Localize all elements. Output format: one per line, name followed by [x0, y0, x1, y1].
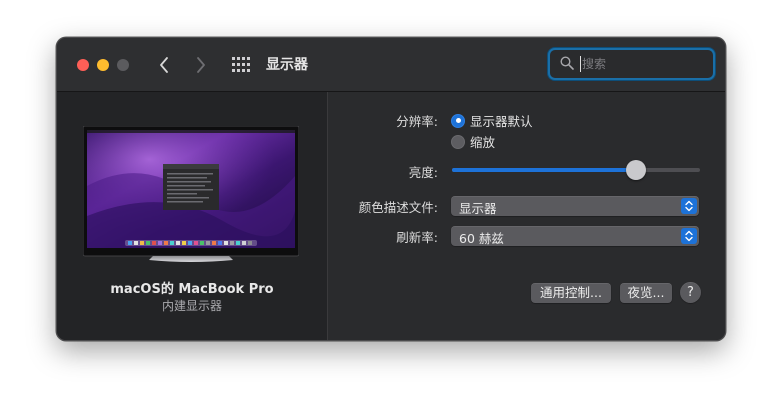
- color-profile-popup[interactable]: 显示器: [451, 196, 699, 216]
- radio-label: 缩放: [470, 135, 496, 150]
- text-caret: [580, 56, 581, 72]
- back-button[interactable]: [155, 54, 173, 76]
- radio-unselected[interactable]: [451, 134, 465, 149]
- zoom-window-button[interactable]: [117, 59, 129, 71]
- radio-selected[interactable]: [451, 113, 465, 128]
- brightness-label: 亮度:: [408, 165, 438, 180]
- slider-knob[interactable]: [625, 160, 646, 180]
- resolution-option-default[interactable]: 显示器默认: [451, 111, 533, 130]
- resolution-option-scaled[interactable]: 缩放: [451, 132, 495, 151]
- universal-control-button[interactable]: 通用控制...: [531, 283, 611, 303]
- resolution-label: 分辨率:: [396, 114, 438, 129]
- show-all-button[interactable]: [232, 57, 250, 73]
- color-profile-label: 颜色描述文件:: [358, 200, 438, 215]
- popup-value: 显示器: [459, 201, 497, 216]
- preferences-window: 显示器 搜索 macOS的 MacBook Pro 内建显示器 分辨率: 显示器…: [56, 37, 726, 341]
- refresh-rate-popup[interactable]: 60 赫兹: [451, 226, 699, 246]
- grid-icon: [232, 57, 250, 72]
- titlebar: 显示器: [57, 38, 725, 92]
- window-title: 显示器: [266, 57, 308, 73]
- forward-button[interactable]: [192, 54, 210, 76]
- chevron-left-icon: [160, 57, 168, 73]
- help-button[interactable]: ?: [680, 282, 701, 303]
- updown-chevron-icon: [681, 228, 697, 244]
- display-preview-pane: macOS的 MacBook Pro 内建显示器: [57, 92, 328, 340]
- display-type: 内建显示器: [161, 299, 222, 313]
- radio-label: 显示器默认: [470, 114, 533, 129]
- search-field[interactable]: [548, 48, 715, 80]
- brightness-slider[interactable]: [452, 160, 700, 180]
- search-input[interactable]: [582, 53, 702, 75]
- close-window-button[interactable]: [77, 59, 89, 71]
- search-icon: [560, 56, 574, 70]
- display-thumbnail: [83, 126, 299, 262]
- night-shift-button[interactable]: 夜览...: [620, 283, 672, 303]
- slider-fill: [452, 168, 636, 172]
- display-name: macOS的 MacBook Pro: [110, 282, 274, 297]
- updown-chevron-icon: [681, 198, 697, 214]
- popup-value: 60 赫兹: [459, 231, 504, 246]
- chevron-right-icon: [197, 57, 205, 73]
- minimize-window-button[interactable]: [97, 59, 109, 71]
- refresh-rate-label: 刷新率:: [396, 230, 438, 245]
